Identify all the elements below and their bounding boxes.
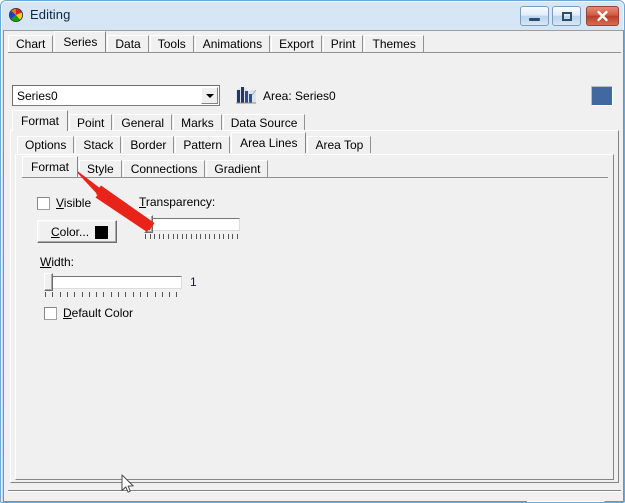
tab-border[interactable]: Border: [122, 136, 175, 153]
minimize-icon: [521, 7, 548, 25]
series-select-value: Series0: [17, 89, 58, 103]
tab-animations[interactable]: Animations: [194, 35, 271, 52]
maximize-icon: [553, 7, 580, 25]
tab-format-label: Format: [21, 114, 60, 128]
tab-pattern-label: Pattern: [183, 138, 223, 152]
area-lines-panel: Format Style Connections Gradient VVisib…: [15, 154, 614, 480]
top-tab-underline: [8, 52, 621, 53]
tab-al-format[interactable]: Format: [22, 156, 79, 177]
series-type-label: Area: Series0: [263, 89, 336, 103]
tab-general[interactable]: General: [113, 114, 173, 131]
tab-data-source[interactable]: Data Source: [222, 114, 306, 131]
tab-al-connections[interactable]: Connections: [122, 160, 206, 177]
close-icon: [587, 7, 618, 25]
transparency-slider-thumb[interactable]: [144, 215, 153, 233]
visible-checkbox[interactable]: [37, 197, 50, 210]
transparency-slider-ticks: [145, 234, 241, 240]
tab-animations-label: Animations: [202, 37, 263, 51]
pie-chart-icon: [8, 7, 24, 23]
tab-area-top-label: Area Top: [315, 138, 364, 152]
title-bar[interactable]: Editing: [1, 1, 624, 30]
color-button[interactable]: Color...: [37, 220, 117, 243]
tab-data-label: Data: [115, 37, 141, 51]
close-window-button[interactable]: [586, 6, 619, 26]
width-slider-track[interactable]: [47, 276, 182, 289]
color-button-swatch: [95, 226, 108, 239]
series-select[interactable]: Series0: [12, 85, 220, 106]
tab-data-source-label: Data Source: [230, 116, 298, 130]
tab-chart-label: Chart: [16, 37, 46, 51]
top-tab-strip: Chart Series Data Tools Animations Expor…: [8, 31, 425, 52]
tab-marks[interactable]: Marks: [173, 114, 222, 131]
tab-al-style[interactable]: Style: [79, 160, 122, 177]
tab-themes[interactable]: Themes: [364, 35, 424, 52]
tab-export[interactable]: Export: [271, 35, 322, 52]
tab-area-top[interactable]: Area Top: [307, 136, 372, 153]
width-value: 1: [190, 275, 197, 289]
client-area: Chart Series Data Tools Animations Expor…: [3, 30, 624, 502]
tab-format[interactable]: Format: [12, 110, 69, 131]
tab-al-connections-label: Connections: [130, 162, 198, 176]
maximize-button[interactable]: [552, 6, 581, 26]
tab-point[interactable]: Point: [69, 114, 113, 131]
series-format-panel: Options Stack Border Pattern Area Lines …: [10, 130, 619, 483]
tab-al-gradient-label: Gradient: [214, 162, 261, 176]
tab-point-label: Point: [77, 116, 105, 130]
tab-al-gradient[interactable]: Gradient: [206, 160, 269, 177]
tab-stack[interactable]: Stack: [75, 136, 122, 153]
area-lines-tab-underline: [22, 177, 608, 178]
width-slider-ticks: [45, 292, 182, 298]
area-chart-icon: [235, 84, 257, 104]
visible-checkbox-label[interactable]: VVisibleisible: [56, 196, 91, 210]
transparency-slider-track[interactable]: [146, 218, 240, 231]
editing-window: Editing Chart Series Data Tools Animatio…: [0, 0, 625, 503]
window-title: Editing: [30, 7, 71, 22]
tab-pattern[interactable]: Pattern: [175, 136, 231, 153]
tab-series[interactable]: Series: [54, 31, 107, 52]
width-label: Width:: [40, 255, 75, 269]
tab-al-format-label: Format: [31, 160, 70, 174]
default-color-checkbox-label[interactable]: Default Color: [63, 306, 133, 320]
tab-tools[interactable]: Tools: [149, 35, 194, 52]
tab-export-label: Export: [279, 37, 314, 51]
tab-general-label: General: [121, 116, 165, 130]
tab-area-lines-label: Area Lines: [240, 136, 298, 150]
tab-tools-label: Tools: [157, 37, 186, 51]
tab-marks-label: Marks: [181, 116, 214, 130]
tab-options[interactable]: Options: [17, 136, 75, 153]
width-slider-thumb[interactable]: [44, 273, 53, 291]
tab-data[interactable]: Data: [107, 35, 149, 52]
tab-series-label: Series: [63, 35, 98, 49]
tab-themes-label: Themes: [372, 37, 416, 51]
color-button-label: Color...: [51, 225, 90, 239]
tab-area-lines[interactable]: Area Lines: [231, 132, 307, 153]
tab-border-label: Border: [130, 138, 167, 152]
minimize-button[interactable]: [520, 6, 549, 26]
tab-al-style-label: Style: [87, 162, 114, 176]
tab-chart[interactable]: Chart: [8, 35, 54, 52]
series-tab-strip: Format Point General Marks Data Source: [12, 110, 306, 131]
transparency-label: Transparency:: [139, 195, 216, 209]
chevron-down-icon[interactable]: [201, 87, 218, 104]
format-tab-strip: Options Stack Border Pattern Area Lines …: [17, 132, 372, 153]
default-color-checkbox[interactable]: [44, 307, 57, 320]
series-color-swatch[interactable]: [591, 86, 613, 106]
tab-options-label: Options: [25, 138, 67, 152]
tab-print[interactable]: Print: [322, 35, 364, 52]
area-lines-tab-strip: Format Style Connections Gradient: [22, 156, 269, 177]
tab-stack-label: Stack: [83, 138, 114, 152]
footer-separator: [8, 490, 621, 492]
tab-print-label: Print: [330, 37, 356, 51]
